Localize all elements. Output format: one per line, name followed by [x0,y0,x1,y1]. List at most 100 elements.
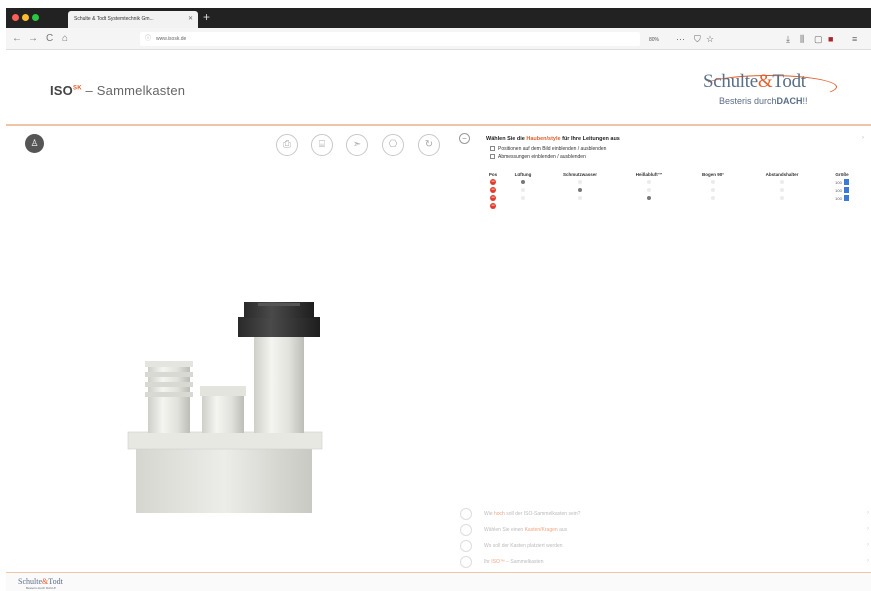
sidebar-icon[interactable]: ▢ [814,33,823,45]
option-radio[interactable] [744,178,820,186]
home-icon[interactable]: ⌂ [62,32,68,46]
title-prefix: ISO [50,83,73,98]
minus-icon[interactable]: − [490,179,496,185]
minus-icon[interactable]: − [490,195,496,201]
remove-row-button[interactable]: − [484,186,502,194]
option-radio[interactable] [544,202,616,210]
extension-icon[interactable]: ■ [828,33,833,45]
option-radio[interactable] [682,202,744,210]
page-actions-icon[interactable]: ··· [676,33,685,45]
save-icon[interactable]: ⌸ [311,134,333,156]
user-icon[interactable]: ♙ [25,134,44,153]
step-box-collar[interactable]: Wählen Sie einen Kasten/Kragen aus › [454,523,869,539]
table-row: − 100 [484,194,864,202]
panel-caret-icon[interactable]: › [862,135,864,141]
maximize-window-icon[interactable] [32,14,39,21]
shield-icon[interactable]: ⛉ [694,33,701,45]
option-radio[interactable] [744,194,820,202]
url-bar[interactable]: ⓘ www.isosk.de [140,32,640,46]
remove-row-button[interactable]: − [484,194,502,202]
panel-question: Wählen Sie die Hauben/style für Ihre Lei… [486,136,620,142]
option-radio[interactable] [616,202,682,210]
minus-icon[interactable]: − [490,203,496,209]
step-circle-icon [460,556,472,568]
radio-empty-icon[interactable] [780,195,784,200]
radio-empty-icon[interactable] [578,179,582,184]
radio-empty-icon[interactable] [711,195,715,200]
step-placement[interactable]: Wo soll der Kasten platziert werden › [454,539,869,555]
library-icon[interactable]: ⫼ [800,33,804,45]
radio-selected-icon[interactable] [578,187,582,192]
radio-empty-icon[interactable] [711,179,715,184]
footer-tagline: Besteris durch DACH!! [26,586,57,590]
option-radio[interactable] [502,178,544,186]
zoom-level[interactable]: 80% [649,37,659,43]
bookmark-star-icon[interactable]: ☆ [706,33,714,45]
size-cell: 100 [820,186,864,194]
step-height[interactable]: Wie hoch soll der ISO-Sammelkasten sein?… [454,507,869,523]
col-abstandshalter: Abstandshalter [765,171,799,177]
forward-icon[interactable]: → [28,32,38,46]
tab-close-icon[interactable]: ✕ [188,11,193,28]
option-radio[interactable] [544,186,616,194]
option-radio[interactable] [682,178,744,186]
menu-icon[interactable]: ≡ [852,33,857,45]
size-info-icon[interactable] [843,195,849,201]
footer-logo[interactable]: Schulte&Todt [18,577,63,586]
size-info-icon[interactable] [843,179,849,185]
option-radio[interactable] [744,186,820,194]
col-bogen: Bogen 90° [701,171,725,177]
remove-row-button[interactable]: − [484,178,502,186]
option-radio[interactable] [616,186,682,194]
close-window-icon[interactable] [12,14,19,21]
collector-box-body [136,447,312,513]
product-rendering[interactable] [6,127,456,572]
remove-row-button[interactable]: − [484,202,502,210]
step-summary[interactable]: Ihr ISO™ – Sammelkasten › [454,555,869,571]
show-positions-checkbox[interactable]: Positionen auf dem Bild einblenden / aus… [490,146,606,152]
radio-empty-icon[interactable] [521,187,525,192]
reset-icon[interactable]: ↻ [418,134,440,156]
option-radio[interactable] [616,178,682,186]
new-tab-button[interactable]: + [203,10,210,24]
info-icon[interactable]: ⓘ [145,32,151,46]
download-icon[interactable]: ⤓ [786,33,790,45]
size-select[interactable]: 100 [835,188,842,193]
radio-empty-icon[interactable] [780,179,784,184]
order-icon[interactable]: ⎔ [382,134,404,156]
company-logo[interactable]: Schulte&Todt Besteris durchDACH!! [701,71,841,111]
option-radio[interactable] [502,194,544,202]
col-lueftung: Lüftung [514,171,532,177]
radio-empty-icon[interactable] [780,187,784,192]
tab-strip: Schulte & Todt Systemtechnik Gm... ✕ + [6,8,871,28]
size-select[interactable]: 100 [835,196,842,201]
send-icon[interactable]: ➣ [346,134,368,156]
size-select[interactable]: 100 [835,180,842,185]
option-radio[interactable] [544,194,616,202]
col-heissabluft: Heißabluft™ [635,171,663,177]
radio-empty-icon[interactable] [647,179,651,184]
option-radio[interactable] [682,186,744,194]
radio-selected-icon[interactable] [647,195,651,200]
size-info-icon[interactable] [843,187,849,193]
collapse-panel-button[interactable]: – [459,133,470,144]
option-radio[interactable] [502,202,544,210]
hood-style-link[interactable]: Hauben/style [526,136,560,142]
option-radio[interactable] [616,194,682,202]
minimize-window-icon[interactable] [22,14,29,21]
radio-empty-icon[interactable] [711,187,715,192]
browser-tab[interactable]: Schulte & Todt Systemtechnik Gm... ✕ [68,11,198,28]
back-icon[interactable]: ← [12,32,22,46]
reload-icon[interactable]: C [46,32,53,46]
radio-empty-icon[interactable] [521,195,525,200]
print-icon[interactable]: ⎙ [276,134,298,156]
option-radio[interactable] [744,202,820,210]
option-radio[interactable] [502,186,544,194]
radio-empty-icon[interactable] [647,187,651,192]
minus-icon[interactable]: − [490,187,496,193]
option-radio[interactable] [682,194,744,202]
show-dimensions-checkbox[interactable]: Abmessungen einblenden / ausblenden [490,154,586,160]
option-radio[interactable] [544,178,616,186]
radio-selected-icon[interactable] [521,179,525,184]
radio-empty-icon[interactable] [578,195,582,200]
